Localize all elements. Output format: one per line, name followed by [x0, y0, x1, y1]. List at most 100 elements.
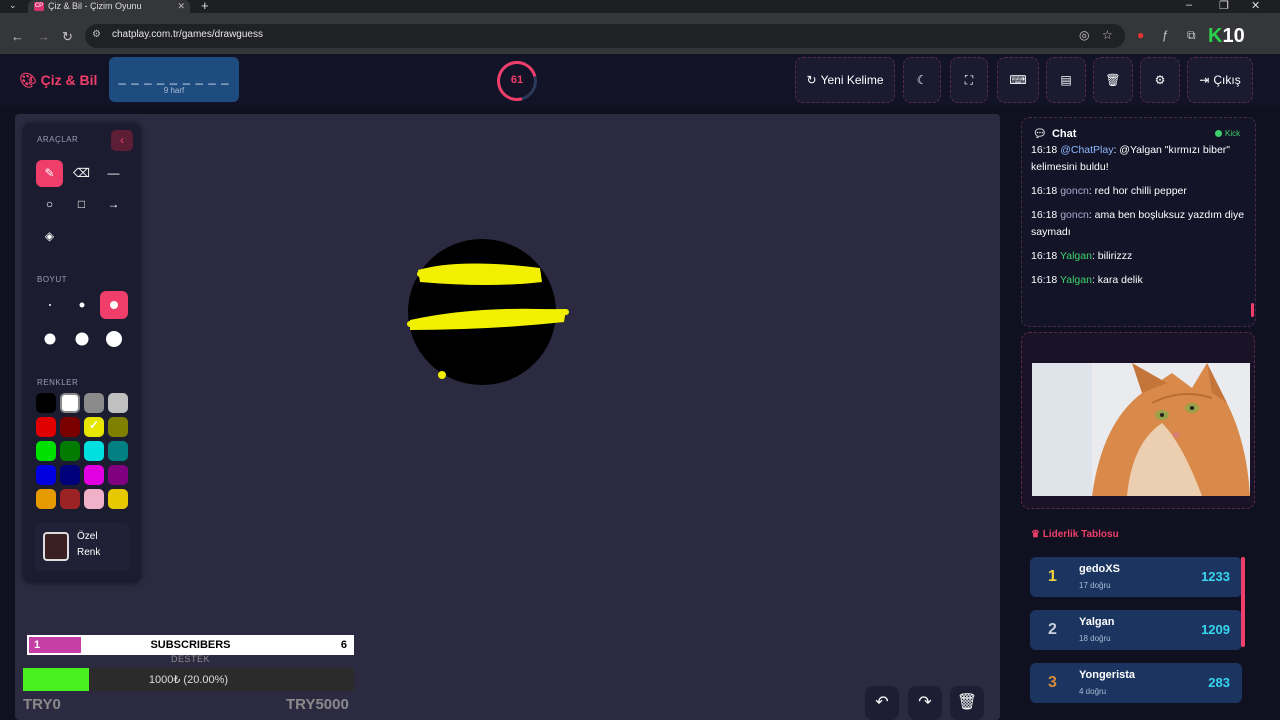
site-info-icon[interactable]: ⚙: [92, 29, 101, 40]
settings-button[interactable]: ⚙: [1140, 57, 1180, 103]
reload-icon[interactable]: ↻: [62, 29, 73, 45]
color-swatch[interactable]: [108, 489, 128, 509]
moon-icon: ☾: [916, 73, 928, 87]
color-swatch[interactable]: [60, 489, 80, 509]
circle-tool[interactable]: ○: [36, 191, 63, 218]
new-word-button[interactable]: ↻ Yeni Kelime: [795, 57, 895, 103]
message-user[interactable]: @ChatPlay: [1060, 144, 1113, 156]
color-swatch[interactable]: [36, 417, 56, 437]
close-window-icon[interactable]: ✕: [1251, 0, 1260, 12]
fullscreen-button[interactable]: ⛶: [950, 57, 988, 103]
browser-tab-bar: ⌄ CP Çiz & Bil - Çizim Oyunu ✕ + – ❐ ✕: [0, 0, 1280, 13]
archive-icon: ▤: [1060, 73, 1072, 87]
message-user[interactable]: Yalgan: [1060, 274, 1092, 286]
exit-button[interactable]: ⇥ Çıkış: [1187, 57, 1253, 103]
subscribers-label: SUBSCRIBERS: [150, 639, 231, 651]
forward-icon[interactable]: →: [37, 29, 50, 44]
undo-icon: ↶: [875, 694, 889, 711]
color-swatch[interactable]: [60, 465, 80, 485]
message-user[interactable]: goncn: [1060, 209, 1089, 221]
destek-label: DESTEK: [170, 654, 210, 664]
line-tool[interactable]: —: [100, 160, 127, 187]
drawing-canvas[interactable]: [15, 114, 1000, 720]
score: 1209: [1201, 622, 1230, 637]
rank: 3: [1048, 674, 1057, 691]
letter-count: 9 harf: [163, 86, 185, 95]
extensions-puzzle-icon[interactable]: ⧉: [1187, 28, 1196, 43]
eraser-tool[interactable]: ⌫: [68, 160, 95, 187]
leaderboard-row: 2 Yalgan 18 doğru 1209: [1030, 610, 1242, 650]
keyboard-button[interactable]: ⌨: [997, 57, 1039, 103]
color-swatch[interactable]: [108, 393, 128, 413]
fill-tool[interactable]: ◈: [36, 223, 63, 250]
square-icon: □: [77, 197, 86, 211]
size-option[interactable]: [36, 291, 64, 319]
message-user[interactable]: Yalgan: [1060, 250, 1092, 262]
extension-icon[interactable]: ƒ: [1162, 28, 1169, 42]
correct-count: 17 doğru: [1079, 581, 1111, 590]
chat-messages[interactable]: 16:18 @ChatPlay: @Yalgan "kırmızı biber"…: [1031, 142, 1246, 296]
color-swatch[interactable]: [36, 393, 56, 413]
minimize-icon[interactable]: –: [1186, 0, 1192, 11]
archive-button[interactable]: ▤: [1046, 57, 1086, 103]
size-option[interactable]: [100, 325, 128, 353]
undo-button[interactable]: ↶: [865, 686, 899, 720]
extension-icon[interactable]: ●: [1137, 28, 1144, 42]
trash-button[interactable]: 🗑︎: [1093, 57, 1133, 103]
color-swatch[interactable]: [60, 393, 80, 413]
color-swatch[interactable]: [84, 441, 104, 461]
chat-message: 16:18 Yalgan: kara delik: [1031, 272, 1246, 289]
size-option[interactable]: [68, 291, 96, 319]
chat-message: 16:18 goncn: red hor chilli pepper: [1031, 183, 1246, 200]
size-option[interactable]: [36, 325, 64, 353]
color-swatch[interactable]: [60, 441, 80, 461]
redo-icon: ↷: [918, 694, 932, 711]
arrow-right-icon: →: [107, 197, 120, 211]
url-text[interactable]: chatplay.com.tr/games/drawguess: [112, 29, 263, 40]
color-swatch[interactable]: [60, 417, 80, 437]
pen-tool[interactable]: ✎: [36, 160, 63, 187]
correct-count: 18 doğru: [1079, 634, 1111, 643]
webcam-image: [1032, 363, 1250, 496]
color-swatch[interactable]: [84, 417, 104, 437]
color-swatch[interactable]: [108, 441, 128, 461]
color-swatch[interactable]: [84, 393, 104, 413]
custom-color-swatch[interactable]: [43, 532, 69, 561]
color-swatch[interactable]: [108, 465, 128, 485]
back-icon[interactable]: ←: [11, 29, 24, 44]
color-swatch[interactable]: [84, 489, 104, 509]
clear-canvas-button[interactable]: 🗑︎: [950, 686, 984, 720]
chat-scrollbar[interactable]: [1251, 303, 1254, 317]
message-user[interactable]: goncn: [1060, 185, 1089, 197]
size-option-selected[interactable]: [100, 291, 128, 319]
rectangle-tool[interactable]: □: [68, 191, 95, 218]
custom-color-button[interactable]: Özel Renk: [35, 523, 130, 571]
new-tab-button[interactable]: +: [201, 0, 209, 13]
dark-mode-button[interactable]: ☾: [903, 57, 941, 103]
fullscreen-icon: ⛶: [964, 72, 974, 87]
color-swatch[interactable]: [108, 417, 128, 437]
line-icon: —: [107, 166, 120, 180]
bookmark-star-icon[interactable]: ☆: [1102, 28, 1113, 42]
collapse-panel-button[interactable]: ‹: [111, 130, 133, 151]
browser-tab[interactable]: CP Çiz & Bil - Çizim Oyunu ✕: [28, 0, 190, 13]
palette-icon: 🎨︎: [19, 72, 37, 88]
chat-message: 16:18 goncn: ama ben boşluksuz yazdım di…: [1031, 207, 1246, 241]
eraser-icon: ⌫: [73, 166, 90, 180]
color-swatch[interactable]: [36, 441, 56, 461]
keyboard-icon: ⌨: [1009, 73, 1027, 87]
color-swatch[interactable]: [36, 465, 56, 485]
arrow-tool[interactable]: →: [100, 191, 127, 218]
tab-list-icon[interactable]: ⌄: [9, 0, 17, 11]
close-tab-icon[interactable]: ✕: [177, 0, 185, 12]
custom-color-label: Özel Renk: [77, 531, 101, 558]
leaderboard-scrollbar[interactable]: [1241, 557, 1245, 647]
color-swatch[interactable]: [36, 489, 56, 509]
color-swatch[interactable]: [84, 465, 104, 485]
eye-off-icon[interactable]: ◎: [1079, 28, 1089, 42]
size-option[interactable]: [68, 325, 96, 353]
word-hint-box: _ _ _ _ _ _ _ _ _ 9 harf: [109, 57, 239, 102]
maximize-icon[interactable]: ❐: [1219, 0, 1229, 12]
brush-icon: ✎: [44, 166, 55, 180]
redo-button[interactable]: ↷: [908, 686, 942, 720]
